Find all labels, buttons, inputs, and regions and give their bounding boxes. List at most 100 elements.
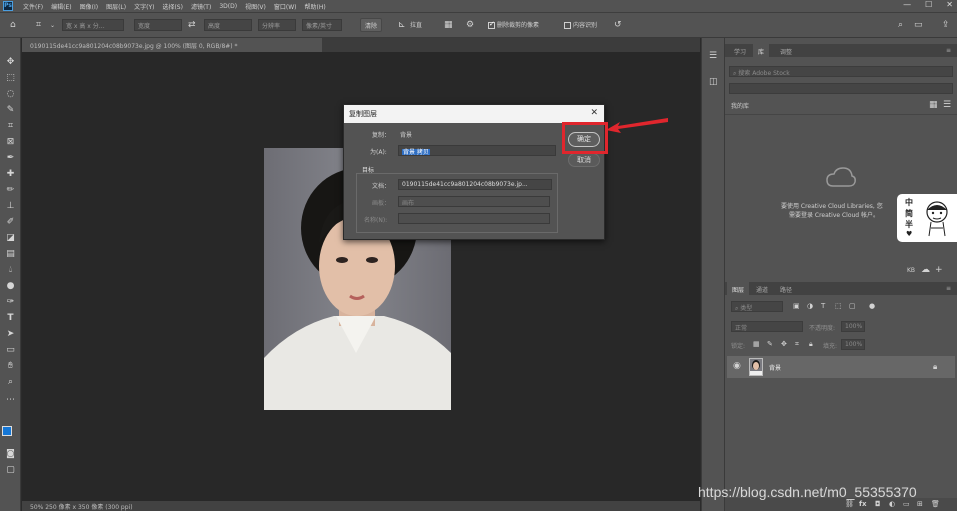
home-icon[interactable]: ⌂ [10,21,16,30]
menu-file[interactable]: 文件(F) [19,2,47,11]
path-select-tool-icon[interactable]: ➤ [5,329,16,340]
layer-row[interactable]: ◉ 背景 🔒︎ [727,356,955,378]
menu-3d[interactable]: 3D(D) [215,3,241,10]
menu-layer[interactable]: 图层(L) [102,2,130,11]
lock-position-icon[interactable]: ✥ [781,340,787,349]
hand-tool-icon[interactable]: ✋︎ [5,361,16,372]
group-icon[interactable]: ▭ [903,500,910,509]
eye-icon[interactable]: ◉ [733,362,741,371]
menu-select[interactable]: 选择(S) [158,2,187,11]
properties-panel-icon[interactable]: ◫ [709,78,718,87]
grid-overlay-icon[interactable]: ▦ [444,21,453,30]
minimize-icon[interactable]: — [903,0,911,9]
tab-adjustments[interactable]: 调整 [775,44,797,57]
filter-toggle-icon[interactable]: ● [869,302,875,311]
crop-ratio-select[interactable]: 宽 x 高 x 分… [62,19,124,31]
panel-menu-icon[interactable]: ≡ [941,282,956,295]
quick-mask-icon[interactable]: ◙ [5,449,16,460]
layer-mask-icon[interactable]: ◘ [875,500,881,509]
blur-tool-icon[interactable]: 💧︎ [5,265,16,276]
quick-select-tool-icon[interactable]: ✎ [5,105,16,116]
search-icon[interactable]: ⌕ [898,21,903,30]
rectangle-tool-icon[interactable]: ▭ [5,345,16,356]
trash-icon[interactable]: 🗑︎ [931,500,940,509]
blend-mode-select[interactable]: 正常 [731,321,803,332]
width-field[interactable]: 宽度 [134,19,182,31]
pen-tool-icon[interactable]: ✑ [5,297,16,308]
as-input[interactable]: 背景 拷贝 [398,145,556,156]
opacity-input[interactable]: 100% [841,321,865,332]
share-icon[interactable]: ⇪ [942,21,950,30]
tab-channels[interactable]: 通道 [751,282,773,295]
stock-search-input[interactable]: ⌕ 搜索 Adobe Stock [729,66,953,77]
name-input[interactable] [398,213,550,224]
crop-tool-icon[interactable]: ⌗ [5,121,16,132]
eraser-tool-icon[interactable]: ◪ [5,233,16,244]
filter-adjustment-icon[interactable]: ◑ [807,302,813,311]
eyedropper-tool-icon[interactable]: ✒ [5,153,16,164]
tab-libraries[interactable]: 库 [753,44,770,57]
menu-view[interactable]: 视图(V) [241,2,270,11]
history-panel-icon[interactable]: ☰ [709,52,717,61]
menu-help[interactable]: 帮助(H) [301,2,330,11]
healing-tool-icon[interactable]: ✚ [5,169,16,180]
foreground-color-swatch[interactable] [2,426,12,436]
lock-all-icon[interactable]: 🔒︎ [809,340,813,349]
dodge-tool-icon[interactable]: ● [5,281,16,292]
stamp-tool-icon[interactable]: ⊥ [5,201,16,212]
layer-style-icon[interactable]: fx [859,500,867,509]
grid-view-icon[interactable]: ▦ [929,101,938,110]
menu-image[interactable]: 图像(I) [76,2,102,11]
checkbox-icon[interactable] [488,20,495,29]
tab-paths[interactable]: 路径 [775,282,797,295]
document-select[interactable]: 0190115de41cc9a801204c08b9073e.jp... [398,179,552,190]
close-icon[interactable]: ✕ [946,0,953,9]
more-tools-icon[interactable]: ⋯ [5,395,16,406]
reset-icon[interactable]: ↺ [614,21,622,30]
cancel-button[interactable]: 取消 [568,153,600,167]
cloud-icon[interactable]: ☁ [921,266,930,275]
filter-type-icon[interactable]: T [821,302,825,311]
fill-input[interactable]: 100% [841,339,865,350]
resolution-field[interactable]: 分辨率 [258,19,296,31]
library-filter-select[interactable] [729,83,953,94]
filter-pixel-icon[interactable]: ▣ [793,302,800,311]
lock-paint-icon[interactable]: ✎ [767,340,773,349]
workspace-icon[interactable]: ▭ [914,21,923,30]
menu-edit[interactable]: 编辑(E) [47,2,75,11]
type-tool-icon[interactable]: T [5,313,16,324]
filter-smart-icon[interactable]: ▢ [849,302,856,311]
brush-tool-icon[interactable]: ✏ [5,185,16,196]
resolution-unit-select[interactable]: 像素/英寸 [302,19,342,31]
delete-cropped-checkbox[interactable]: 删除裁剪的像素 [488,20,539,29]
panel-menu-icon[interactable]: ≡ [941,44,956,57]
zoom-tool-icon[interactable]: ⌕ [5,377,16,388]
library-dropdown[interactable]: 我的库 [731,101,749,110]
tab-learn[interactable]: 学习 [729,44,751,57]
checkbox-icon[interactable] [564,22,571,29]
add-icon[interactable]: + [935,266,943,275]
list-view-icon[interactable]: ☰ [943,101,951,110]
straighten-label[interactable]: 拉直 [410,20,422,29]
link-layers-icon[interactable]: ⛓ [845,500,854,509]
tab-layers[interactable]: 图层 [727,282,750,295]
swap-icon[interactable]: ⇄ [188,21,196,30]
menu-filter[interactable]: 滤镜(T) [187,2,215,11]
move-tool-icon[interactable]: ✥ [5,57,16,68]
gear-icon[interactable]: ⚙ [466,21,474,30]
lasso-tool-icon[interactable]: ◌ [5,89,16,100]
photoshop-logo[interactable]: Ps [3,1,13,11]
crop-tool-icon[interactable]: ⌗ [36,21,41,30]
height-field[interactable]: 高度 [204,19,252,31]
marquee-tool-icon[interactable]: ⬚ [5,73,16,84]
close-icon[interactable]: ✕ [590,108,598,118]
history-brush-tool-icon[interactable]: ✐ [5,217,16,228]
maximize-icon[interactable]: ☐ [925,0,932,9]
lock-pixels-icon[interactable]: ▦ [753,340,760,349]
layer-kind-filter[interactable]: ⌕ 类型 [731,301,783,312]
clear-button[interactable]: 清除 [360,18,383,32]
new-layer-icon[interactable]: ⊞ [917,500,923,509]
straighten-icon[interactable]: ⊾ [398,21,406,30]
menu-window[interactable]: 窗口(W) [270,2,301,11]
filter-shape-icon[interactable]: ⬚ [835,302,842,311]
